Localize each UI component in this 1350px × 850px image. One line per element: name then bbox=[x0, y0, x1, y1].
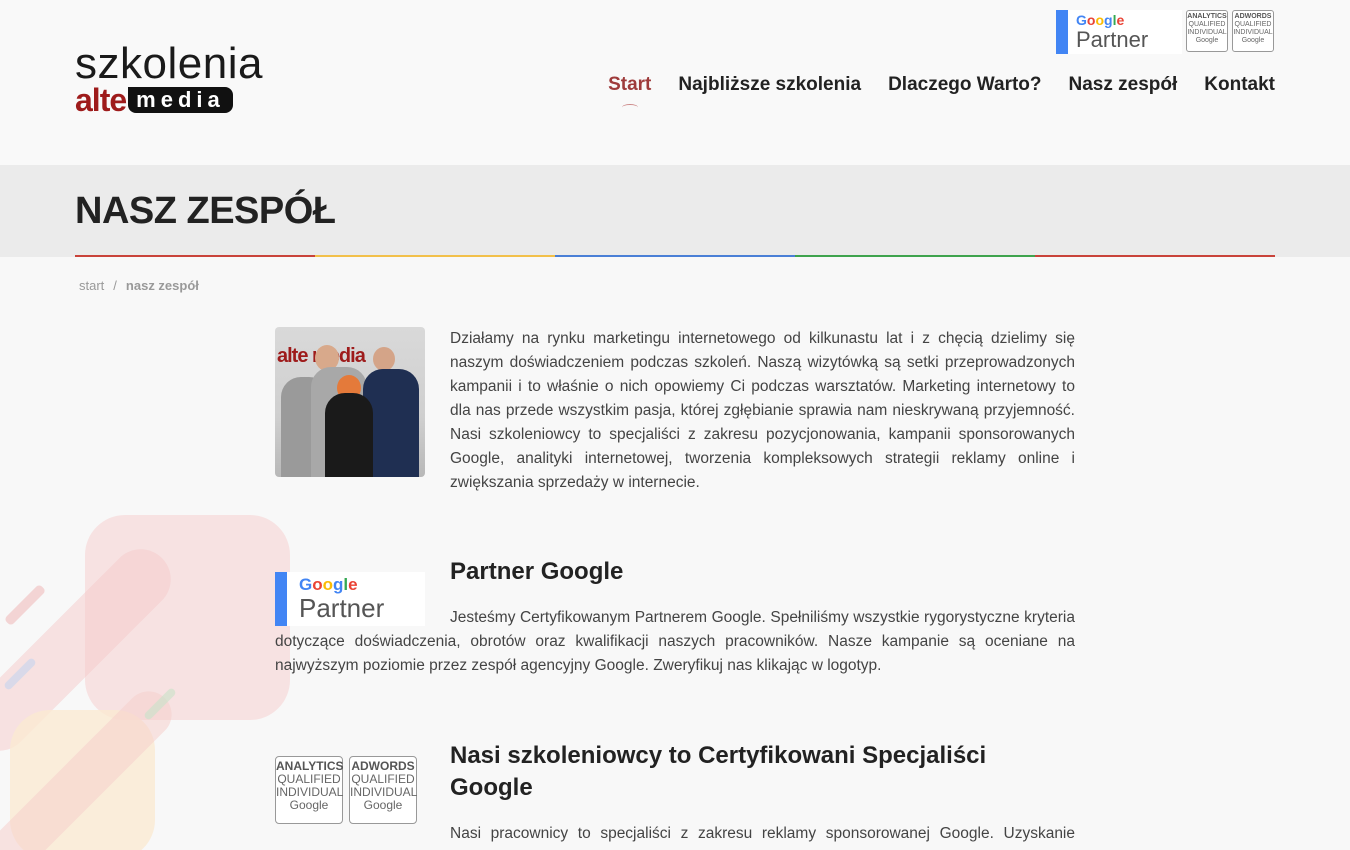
badge-line: INDIVIDUAL bbox=[1187, 29, 1227, 36]
rainbow-divider bbox=[75, 255, 1275, 257]
nav-item-najblizsze-szkolenia[interactable]: Najbliższe szkolenia bbox=[678, 74, 861, 96]
google-partner-logo[interactable]: Google Partner bbox=[275, 572, 425, 626]
page-title: NASZ ZESPÓŁ bbox=[75, 190, 336, 232]
certified-section: ANALYTICS QUALIFIED INDIVIDUAL Google AD… bbox=[275, 716, 1075, 850]
badge-line: INDIVIDUAL bbox=[1233, 29, 1273, 36]
analytics-qualified-badge[interactable]: ANALYTICS QUALIFIED INDIVIDUAL Google bbox=[1186, 10, 1228, 52]
divider-segment-blue bbox=[555, 255, 795, 257]
certification-badges: ANALYTICS QUALIFIED INDIVIDUAL Google AD… bbox=[275, 756, 425, 824]
badge-heading: ANALYTICS bbox=[1187, 13, 1227, 20]
logo-text-szkolenia: szkolenia bbox=[75, 39, 263, 88]
site-logo[interactable]: szkolenia alte media bbox=[75, 39, 275, 118]
badge-google: Google bbox=[363, 798, 403, 812]
breadcrumb: start / nasz zespół bbox=[79, 278, 199, 293]
certified-text: Nasi pracownicy to specjaliści z zakresu… bbox=[275, 825, 1075, 850]
adwords-qualified-badge[interactable]: ADWORDS QUALIFIED INDIVIDUAL Google bbox=[349, 756, 417, 824]
badge-google: Google bbox=[289, 798, 329, 812]
badge-line: QUALIFIED bbox=[1234, 21, 1272, 28]
badge-line: QUALIFIED bbox=[1188, 21, 1226, 28]
logo-text-alte: alte bbox=[75, 82, 127, 118]
google-wordmark: Google bbox=[1076, 12, 1125, 28]
partner-label: Partner bbox=[299, 593, 385, 623]
nav-item-start[interactable]: Start bbox=[608, 74, 651, 105]
badge-google: Google bbox=[1241, 37, 1265, 44]
divider-segment-green bbox=[795, 255, 1035, 257]
nav-item-dlaczego-warto[interactable]: Dlaczego Warto? bbox=[888, 74, 1041, 96]
breadcrumb-current: nasz zespół bbox=[125, 278, 199, 293]
adwords-qualified-badge[interactable]: ADWORDS QUALIFIED INDIVIDUAL Google bbox=[1232, 10, 1274, 52]
divider-segment-red bbox=[1035, 255, 1275, 257]
partner-section: Google Partner Partner Google Jesteśmy C… bbox=[275, 532, 1075, 716]
decorative-arrows bbox=[0, 500, 300, 850]
header-badges: Google Partner ANALYTICS QUALIFIED INDIV… bbox=[1056, 10, 1274, 54]
nav-item-nasz-zespol[interactable]: Nasz zespół bbox=[1069, 74, 1178, 96]
breadcrumb-home[interactable]: start bbox=[79, 278, 104, 293]
analytics-qualified-badge[interactable]: ANALYTICS QUALIFIED INDIVIDUAL Google bbox=[275, 756, 344, 824]
divider-segment-red bbox=[75, 255, 315, 257]
nav-item-kontakt[interactable]: Kontakt bbox=[1204, 74, 1275, 96]
main-content: alte media Działamy na rynku marketingu … bbox=[275, 327, 1075, 850]
divider-segment-yellow bbox=[315, 255, 555, 257]
about-section: alte media Działamy na rynku marketingu … bbox=[275, 327, 1075, 532]
team-photo: alte media bbox=[275, 327, 425, 477]
logo-text-media: media bbox=[128, 87, 233, 113]
site-header: szkolenia alte media Google Partner ANAL… bbox=[0, 0, 1350, 165]
badge-heading: ADWORDS bbox=[1234, 13, 1272, 20]
google-partner-badge[interactable]: Google Partner bbox=[1056, 10, 1182, 54]
google-wordmark: Google bbox=[299, 575, 358, 594]
photo-logo: alte media bbox=[277, 345, 366, 367]
main-nav: Start Najbliższe szkolenia Dlaczego Wart… bbox=[608, 74, 1275, 105]
breadcrumb-separator: / bbox=[113, 278, 117, 293]
partner-label: Partner bbox=[1076, 27, 1149, 52]
badge-google: Google bbox=[1195, 37, 1219, 44]
